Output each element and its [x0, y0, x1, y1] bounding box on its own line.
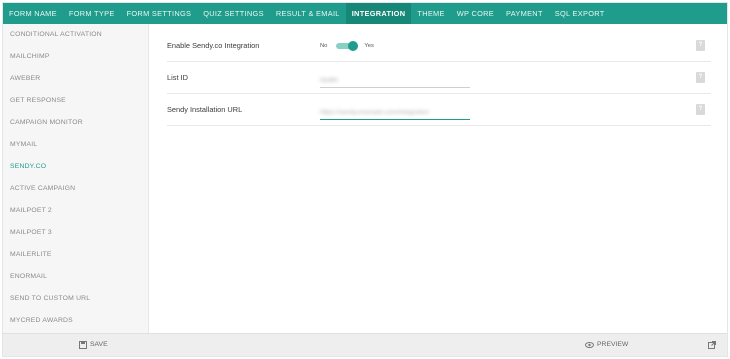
tab-form-settings[interactable]: FORM SETTINGS	[121, 3, 198, 24]
enable-toggle-group: No Yes	[320, 30, 374, 61]
save-label: SAVE	[90, 341, 108, 348]
sidebar-item-active-campaign[interactable]: ACTIVE CAMPAIGN	[3, 178, 148, 200]
sidebar-item-mymail[interactable]: MYMAIL	[3, 134, 148, 156]
sidebar-item-conditional-activation[interactable]: CONDITIONAL ACTIVATION	[3, 24, 148, 46]
tab-form-type[interactable]: FORM TYPE	[63, 3, 121, 24]
sidebar-item-mycred-awards[interactable]: MYCRED AWARDS	[3, 310, 148, 332]
eye-icon	[585, 342, 594, 348]
footer-bar: SAVE PREVIEW	[3, 333, 727, 356]
install-url-input[interactable]	[320, 104, 466, 121]
toggle-on-label: Yes	[364, 42, 374, 49]
tab-result-email[interactable]: RESULT & EMAIL	[270, 3, 346, 24]
preview-button[interactable]: PREVIEW	[585, 334, 628, 356]
form-builder-panel: FORM NAME FORM TYPE FORM SETTINGS QUIZ S…	[2, 2, 728, 357]
sidebar-item-aweber[interactable]: AWEBER	[3, 68, 148, 90]
toggle-off-label: No	[320, 42, 328, 49]
setting-row-install-url: Sendy Installation URL ?	[167, 94, 711, 126]
tab-theme[interactable]: THEME	[411, 3, 450, 24]
enable-integration-toggle[interactable]	[336, 40, 359, 51]
floppy-disk-icon	[79, 341, 87, 349]
external-link-icon	[708, 341, 716, 349]
list-id-input[interactable]	[320, 72, 466, 89]
help-icon[interactable]: ?	[696, 104, 705, 115]
list-id-field-wrapper	[320, 69, 470, 89]
sidebar-item-mailpoet-2[interactable]: MAILPOET 2	[3, 200, 148, 222]
list-id-label: List ID	[167, 73, 188, 82]
enable-integration-label: Enable Sendy.co Integration	[167, 41, 260, 50]
install-url-field-wrapper	[320, 101, 470, 121]
sidebar-item-get-response[interactable]: GET RESPONSE	[3, 90, 148, 112]
sidebar-item-mailerlite[interactable]: MAILERLITE	[3, 244, 148, 266]
sidebar-item-sendy[interactable]: SENDY.CO	[3, 156, 148, 178]
top-tab-bar: FORM NAME FORM TYPE FORM SETTINGS QUIZ S…	[3, 3, 727, 24]
settings-panel: Enable Sendy.co Integration No Yes ? Lis…	[150, 24, 727, 333]
tab-form-name[interactable]: FORM NAME	[3, 3, 63, 24]
toggle-knob	[348, 40, 359, 51]
help-icon[interactable]: ?	[696, 40, 705, 51]
preview-label: PREVIEW	[597, 341, 629, 348]
setting-row-list-id: List ID ?	[167, 62, 711, 94]
sidebar-item-send-to-custom-url[interactable]: SEND TO CUSTOM URL	[3, 288, 148, 310]
sidebar-item-enormail[interactable]: ENORMAIL	[3, 266, 148, 288]
tab-quiz-settings[interactable]: QUIZ SETTINGS	[197, 3, 270, 24]
tab-payment[interactable]: PAYMENT	[500, 3, 549, 24]
tab-sql-export[interactable]: SQL EXPORT	[549, 3, 611, 24]
integration-sidebar: CONDITIONAL ACTIVATION MAILCHIMP AWEBER …	[3, 24, 149, 333]
tab-wp-core[interactable]: WP CORE	[451, 3, 500, 24]
setting-row-enable: Enable Sendy.co Integration No Yes ?	[167, 30, 711, 62]
open-external-button[interactable]	[708, 334, 719, 356]
tab-integration[interactable]: INTEGRATION	[345, 3, 412, 24]
install-url-label: Sendy Installation URL	[167, 105, 243, 114]
help-icon[interactable]: ?	[696, 72, 705, 83]
sidebar-item-campaign-monitor[interactable]: CAMPAIGN MONITOR	[3, 112, 148, 134]
save-button[interactable]: SAVE	[79, 334, 108, 356]
sidebar-item-mailpoet-3[interactable]: MAILPOET 3	[3, 222, 148, 244]
sidebar-item-mailchimp[interactable]: MAILCHIMP	[3, 46, 148, 68]
